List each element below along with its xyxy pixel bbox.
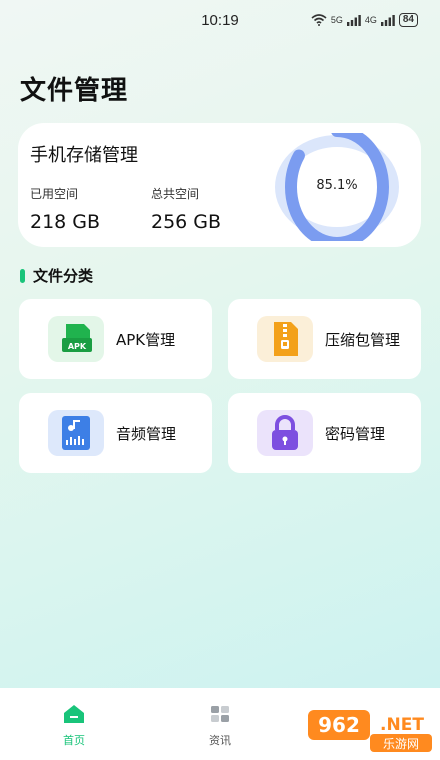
tab-home[interactable]: 首页 [44, 704, 104, 748]
category-label-password: 密码管理 [325, 424, 386, 443]
lock-icon [257, 410, 313, 456]
signal-icon-2 [380, 14, 395, 26]
category-card-audio[interactable]: 音频管理 [19, 393, 212, 473]
tab-news-label: 资讯 [209, 734, 231, 747]
page-title: 文件管理 [20, 76, 129, 106]
tab-news[interactable]: 资讯 [190, 704, 250, 748]
category-card-password[interactable]: 密码管理 [228, 393, 421, 473]
status-bar: 10:19 5G 4G 84 [0, 0, 440, 40]
news-icon [211, 706, 229, 722]
signal-icon [346, 14, 361, 26]
storage-title: 手机存储管理 [30, 145, 138, 166]
section-accent-bar [20, 268, 25, 283]
storage-percent-text: 85.1% [316, 178, 358, 193]
wifi-icon [311, 14, 327, 26]
category-label-apk: APK管理 [116, 330, 176, 349]
used-space-label: 已用空间 [30, 187, 79, 201]
home-icon [64, 705, 84, 723]
total-space-value: 256 GB [151, 211, 222, 233]
watermark-logo: 962 .NET 乐游网 [308, 710, 432, 752]
apk-icon: APK [48, 316, 104, 362]
zip-icon [257, 316, 313, 362]
category-label-audio: 音频管理 [116, 424, 177, 443]
category-label-zip: 压缩包管理 [325, 330, 401, 349]
section-title: 文件分类 [33, 267, 94, 285]
svg-text:APK: APK [68, 342, 87, 351]
battery-icon: 84 [398, 13, 418, 27]
network-4g-label: 4G [364, 15, 377, 25]
used-space-value: 218 GB [30, 211, 101, 233]
audio-icon [48, 410, 104, 456]
status-icons: 5G 4G 84 [311, 13, 418, 27]
tab-home-label: 首页 [63, 734, 85, 747]
storage-card[interactable]: 手机存储管理 已用空间 218 GB 总共空间 256 GB 85.1% [18, 123, 421, 247]
total-space-label: 总共空间 [151, 187, 200, 201]
svg-text:.NET: .NET [380, 715, 424, 735]
section-header: 文件分类 [20, 265, 93, 286]
svg-text:乐游网: 乐游网 [383, 737, 419, 751]
category-card-apk[interactable]: APK APK管理 [19, 299, 212, 379]
category-card-zip[interactable]: 压缩包管理 [228, 299, 421, 379]
network-5g-label: 5G [330, 15, 343, 25]
svg-text:962: 962 [318, 713, 360, 737]
